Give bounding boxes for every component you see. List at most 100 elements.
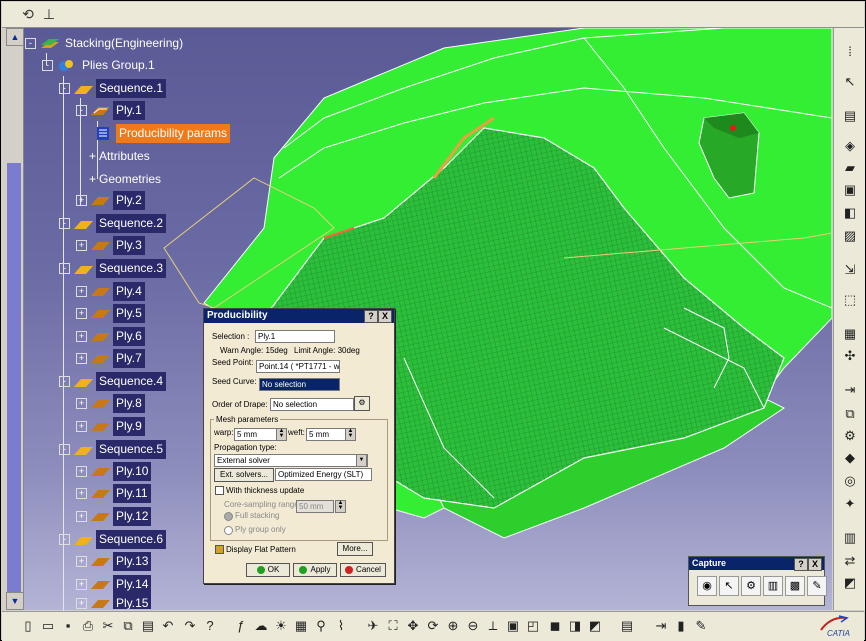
tree-node-plies-group[interactable]: - Plies Group.1 (42, 56, 158, 75)
multi-view-icon[interactable]: ▣ (504, 617, 522, 635)
core-sampling-field[interactable]: 50 mm (296, 500, 334, 513)
shading-icon[interactable]: ◼ (546, 617, 564, 635)
warp-field[interactable]: 5 mm (234, 428, 278, 441)
tree-node-ply-1[interactable]: - Ply.1 (76, 101, 145, 120)
order-of-drape-field[interactable]: No selection (270, 398, 354, 411)
print-icon[interactable]: ⎙ (79, 617, 97, 635)
warp-stepper[interactable]: ▲ ▼ (276, 428, 287, 441)
pan-icon[interactable]: ✥ (404, 617, 422, 635)
grip-icon[interactable]: ⁞ (840, 42, 860, 62)
tree-node-ply-15[interactable]: + Ply.15 (76, 594, 152, 609)
seed-point-field[interactable]: Point.14 ( *PT1771 - w (256, 360, 340, 373)
capture-close-button[interactable]: X (808, 558, 822, 571)
ply-table-icon[interactable]: ▣ (840, 180, 860, 200)
tree-node-geometries[interactable]: + Geometries (89, 170, 164, 189)
zoom-out-icon[interactable]: ⊖ (464, 617, 482, 635)
capture-help-button[interactable]: ? (794, 558, 808, 571)
full-stacking-radio[interactable] (224, 512, 233, 521)
tree-node-sequence-4[interactable]: - Sequence.4 (59, 372, 167, 391)
ply-group-only-radio[interactable] (224, 526, 233, 535)
ext-solvers-button[interactable]: Ext. solvers... (214, 468, 274, 482)
axis-system-icon[interactable]: ⊥ (40, 5, 58, 23)
tree-node-ply-8[interactable]: + Ply.8 (76, 394, 145, 413)
redo-icon[interactable]: ↷ (181, 617, 199, 635)
whats-this-icon[interactable]: ? (201, 617, 219, 635)
tree-node-ply-2[interactable]: + Ply.2 (76, 191, 145, 210)
save-icon[interactable]: ▪ (59, 617, 77, 635)
rotate-view-icon[interactable]: ⟲ (19, 5, 37, 23)
hide-show-icon[interactable]: ◨ (566, 617, 584, 635)
copy-ply-icon[interactable]: ⧉ (840, 404, 860, 424)
tree-node-ply-5[interactable]: + Ply.5 (76, 304, 145, 323)
comment-icon[interactable]: ☁ (252, 617, 270, 635)
layers-icon[interactable]: ◈ (840, 136, 860, 156)
transition-icon[interactable]: ⇲ (840, 260, 860, 280)
fly-mode-icon[interactable]: ✈ (364, 617, 382, 635)
table-icon[interactable]: ▥ (840, 528, 860, 548)
new-icon[interactable]: ▯ (19, 617, 37, 635)
thickness-update-checkbox[interactable] (215, 486, 224, 495)
tree-node-ply-14[interactable]: + Ply.14 (76, 575, 152, 594)
solver-field[interactable]: Optimized Energy (SLT) (275, 468, 372, 481)
ok-button[interactable]: OK (246, 563, 290, 577)
collapse-icon[interactable]: - (25, 38, 36, 50)
chart-icon[interactable]: ◩ (840, 573, 860, 593)
collapse-icon[interactable]: - (42, 60, 53, 72)
laminate-icon[interactable]: ▤ (618, 617, 636, 635)
capture-mode-icon[interactable]: ◉ (697, 576, 717, 596)
undo-icon[interactable]: ↶ (159, 617, 177, 635)
pen-icon[interactable]: ✎ (692, 617, 710, 635)
drape-order-picker-icon[interactable]: ⚙ (354, 396, 370, 411)
more-button[interactable]: More... (337, 542, 373, 556)
tree-node-sequence-2[interactable]: - Sequence.2 (59, 214, 167, 233)
producibility-icon[interactable]: ▦ (840, 324, 860, 344)
help-button[interactable]: ? (364, 310, 378, 323)
scroll-up-arrow-icon[interactable]: ▲ (6, 28, 24, 46)
weft-field[interactable]: 5 mm (306, 428, 346, 441)
tree-node-producibility-params[interactable]: Producibility params (93, 124, 231, 143)
options-icon[interactable]: ⚙ (741, 576, 761, 596)
seed-curve-field[interactable]: No selection (259, 378, 340, 391)
apply-button[interactable]: Apply (293, 563, 337, 577)
cut-icon[interactable]: ✂ (99, 617, 117, 635)
fit-all-icon[interactable]: ⛶ (384, 617, 402, 635)
scroll-thumb[interactable] (7, 163, 21, 593)
rotate-icon[interactable]: ⟳ (424, 617, 442, 635)
check-icon[interactable]: ◆ (840, 448, 860, 468)
cancel-button[interactable]: Cancel (340, 563, 386, 577)
edit-icon[interactable]: ✎ (807, 576, 827, 596)
flatten-icon[interactable]: ✣ (840, 346, 860, 366)
close-button[interactable]: X (378, 310, 392, 323)
tree-node-ply-11[interactable]: + Ply.11 (76, 484, 151, 503)
knowledge-icon[interactable]: ⚲ (312, 617, 330, 635)
tree-node-ply-7[interactable]: + Ply.7 (76, 349, 145, 368)
tree-node-sequence-3[interactable]: - Sequence.3 (59, 259, 167, 278)
swap-visible-icon[interactable]: ◩ (586, 617, 604, 635)
plus-icon[interactable]: + (89, 172, 96, 186)
tree-node-sequence-5[interactable]: - Sequence.5 (59, 440, 167, 459)
stacking-tool-icon[interactable]: ▤ (840, 106, 860, 126)
measure-icon[interactable]: ⇥ (652, 617, 670, 635)
tree-node-ply-10[interactable]: + Ply.10 (76, 462, 152, 481)
paste-icon[interactable]: ▤ (139, 617, 157, 635)
core-icon[interactable]: ◧ (840, 203, 860, 223)
compute-icon[interactable]: ⚙ (840, 426, 860, 446)
open-icon[interactable]: ▭ (39, 617, 57, 635)
propagation-type-select[interactable]: External solver (214, 454, 368, 467)
formula-icon[interactable]: ƒ (232, 617, 250, 635)
plies-icon[interactable]: ▰ (840, 158, 860, 178)
zoom-in-icon[interactable]: ⊕ (444, 617, 462, 635)
analysis-icon[interactable]: ◎ (840, 471, 860, 491)
tree-scrollbar[interactable]: ▲ ▼ (5, 28, 24, 610)
iso-view-icon[interactable]: ◰ (524, 617, 542, 635)
sectioning-icon[interactable]: ▮ (672, 617, 690, 635)
dropdown-arrow-icon[interactable]: ▼ (356, 454, 367, 467)
tree-node-root[interactable]: - Stacking(Engineering) (25, 34, 186, 53)
sketch-icon[interactable]: ⌇ (332, 617, 350, 635)
copy-icon[interactable]: ⧉ (119, 617, 137, 635)
weft-stepper[interactable]: ▲ ▼ (345, 428, 356, 441)
tree-node-ply-6[interactable]: + Ply.6 (76, 327, 145, 346)
tree-node-sequence-1[interactable]: - Sequence.1 (59, 79, 167, 98)
tree-node-sequence-6[interactable]: - Sequence.6 (59, 530, 167, 549)
tree-node-ply-4[interactable]: + Ply.4 (76, 282, 145, 301)
